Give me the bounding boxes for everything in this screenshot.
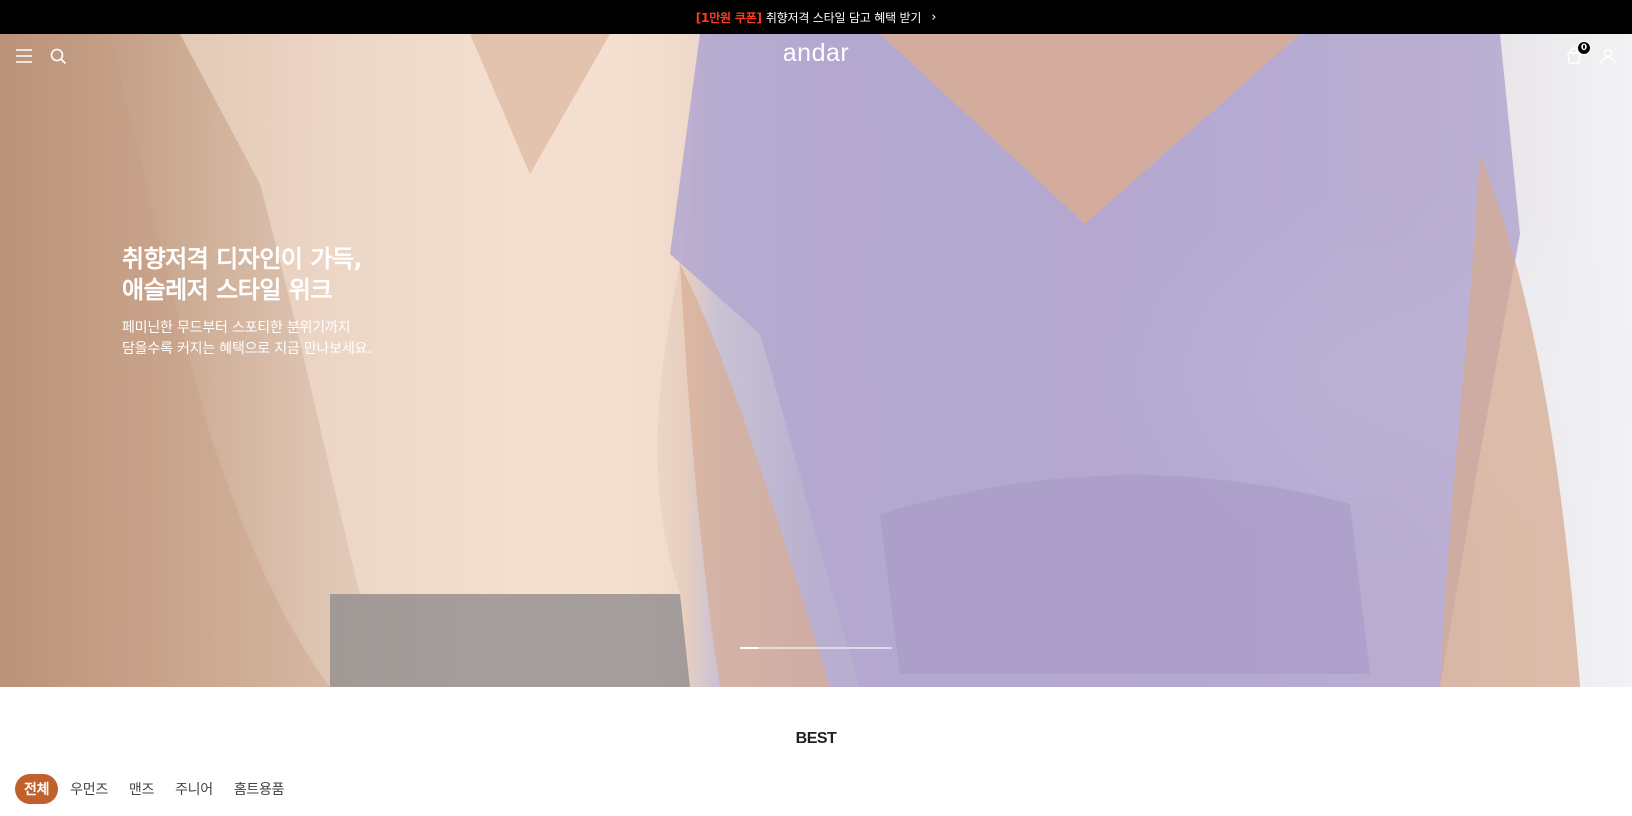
promo-banner[interactable]: [1만원 쿠폰] 취향저격 스타일 담고 혜택 받기 › bbox=[0, 0, 1632, 34]
slide-progress-bar[interactable] bbox=[740, 647, 892, 649]
site-header: andar 0 bbox=[0, 34, 1632, 78]
chevron-right-icon: › bbox=[931, 9, 937, 25]
best-tab[interactable]: 맨즈 bbox=[120, 774, 163, 804]
best-category-tabs: 전체 우먼즈 맨즈 주니어 홈트용품 bbox=[15, 774, 293, 804]
user-icon[interactable] bbox=[1596, 44, 1620, 68]
best-section-title: BEST bbox=[795, 730, 837, 747]
best-tab[interactable]: 전체 bbox=[15, 774, 59, 804]
hero-copy: 취향저격 디자인이 가득, 애슬레저 스타일 위크 페미닌한 무드부터 스포티한… bbox=[122, 244, 372, 360]
slide-progress-fill bbox=[740, 647, 759, 649]
hamburger-menu-icon[interactable] bbox=[12, 44, 36, 68]
shopping-bag-icon[interactable]: 0 bbox=[1562, 41, 1591, 68]
promo-coupon-tag: [1만원 쿠폰] bbox=[695, 10, 762, 25]
promo-text: 취향저격 스타일 담고 혜택 받기 bbox=[765, 10, 922, 25]
search-icon[interactable] bbox=[46, 44, 70, 68]
best-tab[interactable]: 주니어 bbox=[166, 774, 222, 804]
hero-subtitle: 페미닌한 무드부터 스포티한 분위기까지 담을수록 커지는 혜택으로 지금 만나… bbox=[122, 320, 372, 357]
hero-image bbox=[0, 34, 1580, 687]
hero-banner[interactable] bbox=[0, 34, 1632, 687]
cart-count-badge: 0 bbox=[1577, 41, 1591, 55]
best-tab[interactable]: 우먼즈 bbox=[61, 774, 117, 804]
header-right-group: 0 bbox=[1562, 41, 1620, 68]
best-tab[interactable]: 홈트용품 bbox=[225, 774, 293, 804]
brand-logo[interactable]: andar bbox=[783, 39, 849, 68]
header-left-group bbox=[12, 44, 70, 68]
hero-title: 취향저격 디자인이 가득, 애슬레저 스타일 위크 bbox=[122, 245, 363, 304]
